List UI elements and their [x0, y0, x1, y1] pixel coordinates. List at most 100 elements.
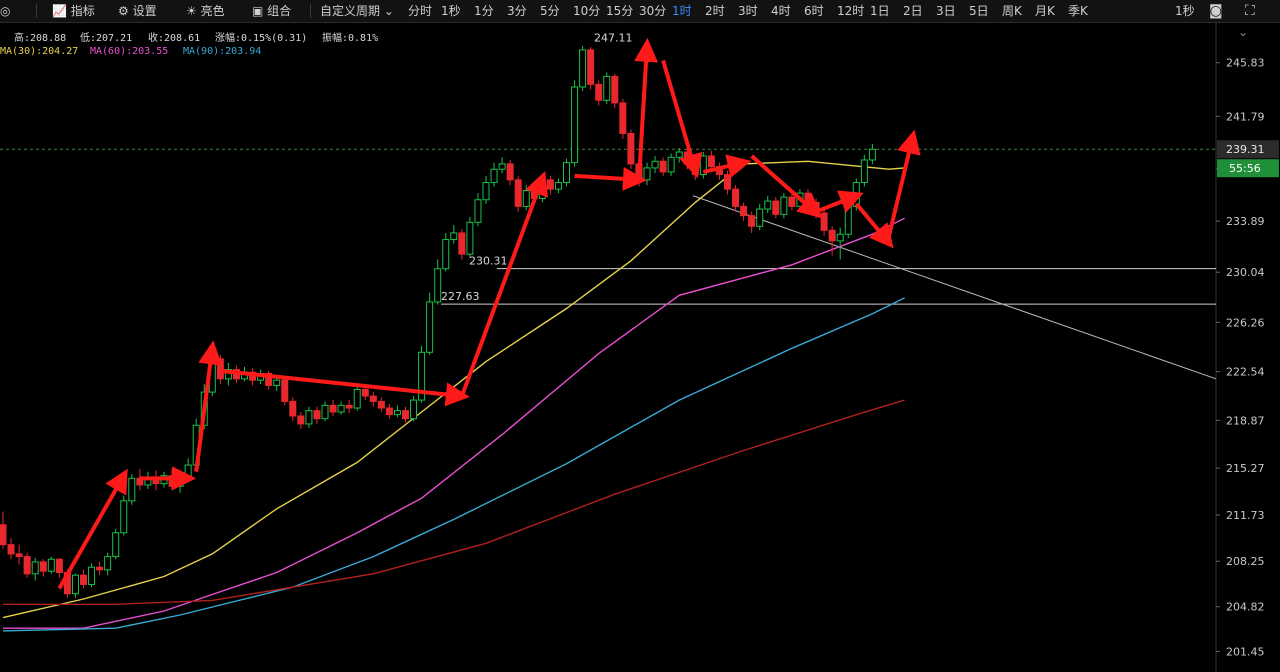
ma90-line	[2, 297, 905, 632]
period-tab[interactable]: 12时	[837, 0, 864, 22]
price-annotation: 227.63	[441, 290, 480, 303]
candle-body	[104, 556, 112, 571]
period-tab[interactable]: 2时	[705, 0, 725, 22]
price-tick-label: 230.04	[1226, 266, 1265, 279]
candle-body	[442, 239, 450, 270]
candle-body	[31, 561, 39, 575]
candle-body	[627, 132, 635, 165]
app-corner-glyph: ◎	[0, 4, 11, 18]
candle-body	[724, 174, 731, 190]
candle-body	[603, 75, 611, 101]
period-tab[interactable]: 1分	[474, 0, 494, 22]
period-tab[interactable]: 6时	[804, 0, 824, 22]
period-tab[interactable]: 30分	[639, 0, 666, 22]
candle-body	[522, 189, 530, 207]
brightness-button[interactable]: ☀ 亮色	[186, 0, 225, 22]
price-tick-label: 226.26	[1226, 316, 1265, 329]
candle-body	[788, 196, 796, 207]
candle-body	[410, 399, 418, 420]
period-tab[interactable]: 3分	[507, 0, 527, 22]
candlestick-chart[interactable]: 245.83241.79237.83233.89230.04226.26222.…	[0, 22, 1280, 672]
trend-arrow	[886, 129, 921, 239]
candle-body	[772, 200, 780, 215]
candle-body	[426, 301, 434, 353]
candle-body	[47, 558, 55, 572]
candle-body	[369, 395, 377, 402]
candle-body	[361, 388, 369, 397]
brightness-label: 亮色	[200, 4, 225, 18]
camera-icon[interactable]: ◙	[1209, 0, 1223, 22]
price-tick-label: 222.54	[1226, 366, 1265, 379]
candle-body	[353, 388, 361, 409]
current-price-label: 239.31	[1226, 143, 1265, 156]
candle-body	[393, 410, 401, 416]
trend-arrow	[574, 166, 647, 191]
settings-button[interactable]: ⚙ 设置	[118, 0, 157, 22]
custom-period-dropdown[interactable]: 自定义周期 ⌄	[320, 0, 394, 22]
candle-body	[377, 400, 385, 409]
candle-body	[506, 163, 514, 181]
price-tick-label: 208.25	[1226, 555, 1265, 568]
ma_long-line	[3, 399, 905, 605]
candle-body	[120, 500, 128, 534]
period-tab[interactable]: 1时	[672, 0, 692, 22]
period-tab[interactable]: 1秒	[441, 0, 461, 22]
indicators-label: 指标	[70, 4, 95, 18]
period-tab[interactable]: 1日	[870, 0, 890, 22]
period-tab[interactable]: 3日	[936, 0, 956, 22]
candle-body	[804, 192, 812, 203]
candle-body	[659, 160, 667, 173]
indicators-button[interactable]: 📈 指标	[52, 0, 95, 22]
price-annotation: 247.11	[594, 32, 633, 45]
period-tab[interactable]: 分时	[408, 0, 432, 22]
period-tab[interactable]: 5日	[969, 0, 989, 22]
price-tick-label: 215.27	[1226, 462, 1265, 475]
candle-body	[345, 404, 353, 409]
price-tick-label: 201.45	[1226, 645, 1265, 658]
candle-body	[273, 379, 281, 386]
period-tab[interactable]: 周K	[1002, 0, 1022, 22]
price-tick-label: 211.73	[1226, 509, 1265, 522]
candle-body	[289, 400, 297, 417]
period-tab[interactable]: 2日	[903, 0, 923, 22]
candle-body	[305, 410, 313, 425]
period-tab[interactable]: 月K	[1035, 0, 1055, 22]
candle-body	[764, 200, 772, 210]
candle-body	[619, 102, 627, 134]
price-tick-label: 233.89	[1226, 215, 1265, 228]
candle-body	[828, 229, 836, 242]
candle-body	[385, 407, 393, 416]
candle-body	[281, 379, 289, 402]
candle-body	[15, 553, 23, 558]
candle-body	[852, 182, 860, 207]
candle-body	[458, 232, 466, 255]
candle-body	[297, 415, 305, 425]
candle-body	[482, 182, 490, 201]
candle-body	[80, 574, 87, 585]
combo-label: 组合	[267, 4, 292, 18]
candle-body	[498, 163, 506, 170]
period-tab[interactable]: 5分	[540, 0, 560, 22]
candle-body	[0, 524, 7, 546]
period-tab[interactable]: 4时	[771, 0, 791, 22]
price-tick-label: 245.83	[1226, 57, 1265, 70]
trend-line	[692, 195, 1217, 380]
candle-body	[55, 558, 63, 574]
period-tab[interactable]: 10分	[573, 0, 600, 22]
candle-body	[579, 49, 587, 88]
period-tab[interactable]: 3时	[738, 0, 758, 22]
candle-body	[88, 566, 96, 585]
trend-arrow	[194, 340, 223, 472]
candle-body	[402, 410, 409, 420]
candle-body	[748, 215, 756, 227]
period-tab[interactable]: 季K	[1068, 0, 1088, 22]
period-tab[interactable]: 15分	[606, 0, 633, 22]
candle-body	[651, 160, 659, 169]
combo-button[interactable]: ▣ 组合	[252, 0, 291, 22]
candle-body	[329, 404, 337, 413]
refresh-rate-label[interactable]: 1秒	[1175, 0, 1195, 22]
fullscreen-icon[interactable]: ⛶	[1245, 0, 1255, 22]
candle-body	[450, 232, 458, 241]
countdown-label: 55:56	[1229, 162, 1261, 175]
candle-body	[643, 167, 651, 181]
